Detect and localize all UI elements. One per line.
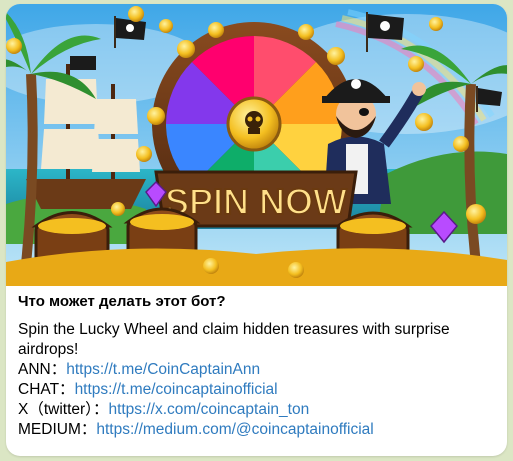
link-label: X（twitter） — [18, 401, 93, 418]
link-row-x: X（twitter）：https://x.com/coincaptain_ton — [18, 400, 502, 420]
ann-link[interactable]: https://t.me/CoinCaptainAnn — [66, 361, 260, 378]
bot-info-description: Spin the Lucky Wheel and claim hidden tr… — [18, 321, 450, 358]
link-row-chat: CHAT：https://t.me/coincaptainofficial — [18, 380, 502, 400]
bot-banner-image: SPIN NOW — [6, 4, 507, 286]
link-row-medium: MEDIUM：https://medium.com/@coincaptainof… — [18, 420, 502, 440]
svg-text:SPIN NOW: SPIN NOW — [165, 181, 347, 222]
x-twitter-link[interactable]: https://x.com/coincaptain_ton — [108, 401, 309, 418]
link-separator: ： — [80, 421, 97, 438]
bot-info-title: Что может делать этот бот? — [18, 293, 226, 310]
bot-info-card: SPIN NOW Что может делать этот бот? Spin… — [6, 4, 507, 456]
link-separator: ： — [92, 401, 109, 418]
link-label: CHAT — [18, 381, 60, 398]
link-separator: ： — [50, 361, 67, 378]
link-label: ANN — [18, 361, 51, 378]
link-separator: ： — [59, 381, 75, 398]
bot-description: Что может делать этот бот? Spin the Luck… — [18, 292, 502, 440]
link-label: MEDIUM — [18, 421, 81, 438]
medium-link[interactable]: https://medium.com/@coincaptainofficial — [96, 421, 373, 438]
link-row-ann: ANN：https://t.me/CoinCaptainAnn — [18, 360, 502, 380]
chat-link[interactable]: https://t.me/coincaptainofficial — [75, 381, 278, 398]
